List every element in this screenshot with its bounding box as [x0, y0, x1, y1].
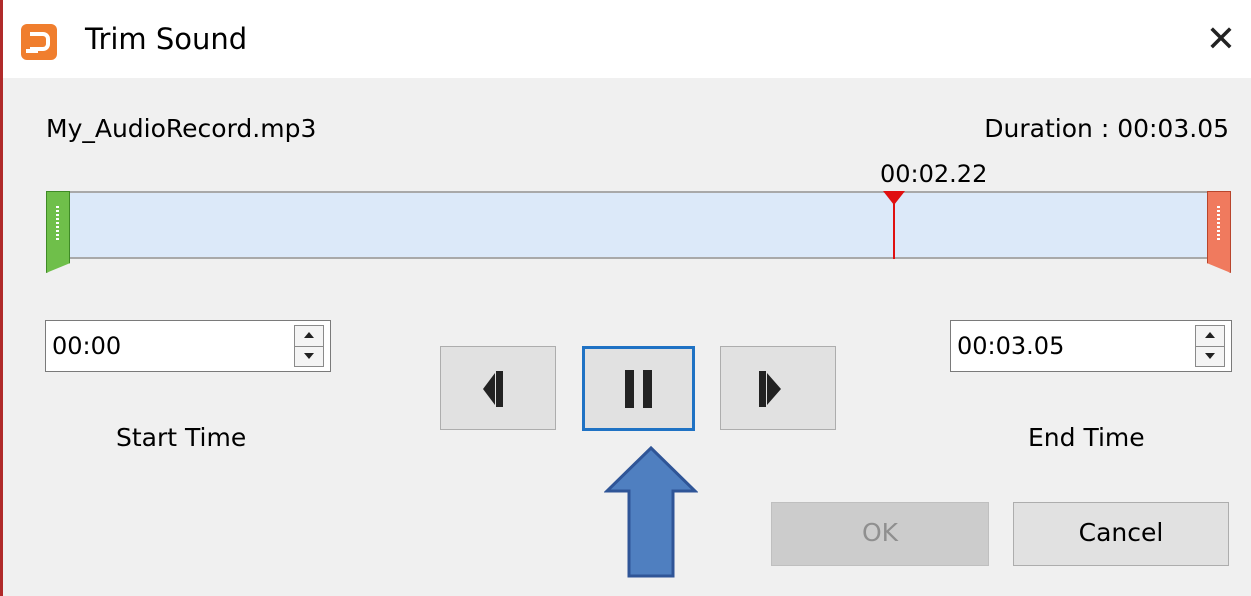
next-frame-icon	[759, 371, 781, 407]
start-time-field	[45, 320, 331, 372]
previous-frame-button[interactable]	[440, 346, 556, 430]
start-time-label: Start Time	[116, 423, 247, 452]
spinner-down-icon[interactable]	[295, 346, 323, 366]
spinner-up-icon[interactable]	[295, 326, 323, 347]
ok-button: OK	[771, 502, 989, 566]
pause-button[interactable]	[582, 346, 695, 431]
next-frame-button[interactable]	[720, 346, 836, 430]
grip-icon	[1217, 206, 1220, 242]
end-time-input[interactable]	[957, 329, 1157, 363]
end-time-spinner	[1195, 325, 1225, 367]
grip-icon	[56, 206, 59, 242]
playhead-line	[893, 197, 895, 259]
file-name: My_AudioRecord.mp3	[46, 114, 317, 143]
window-title: Trim Sound	[85, 22, 248, 56]
end-trim-handle[interactable]	[1207, 191, 1231, 273]
pause-icon	[625, 370, 652, 408]
end-time-field	[950, 320, 1232, 372]
end-time-label: End Time	[1028, 423, 1145, 452]
powerpoint-icon	[21, 24, 57, 60]
title-bar: Trim Sound ✕	[3, 0, 1251, 78]
spinner-down-icon[interactable]	[1196, 346, 1224, 366]
previous-frame-icon	[483, 371, 503, 407]
duration-text: Duration : 00:03.05	[984, 114, 1229, 143]
window-left-edge	[0, 0, 3, 596]
start-time-input[interactable]	[52, 329, 252, 363]
spinner-up-icon[interactable]	[1196, 326, 1224, 347]
start-trim-handle[interactable]	[46, 191, 70, 273]
playhead-time: 00:02.22	[880, 160, 988, 188]
cancel-button[interactable]: Cancel	[1013, 502, 1229, 566]
audio-timeline-track[interactable]	[60, 191, 1215, 259]
playhead-marker[interactable]	[883, 191, 905, 205]
up-arrow-icon	[604, 445, 698, 578]
close-icon[interactable]: ✕	[1201, 18, 1241, 62]
start-time-spinner	[294, 325, 324, 367]
